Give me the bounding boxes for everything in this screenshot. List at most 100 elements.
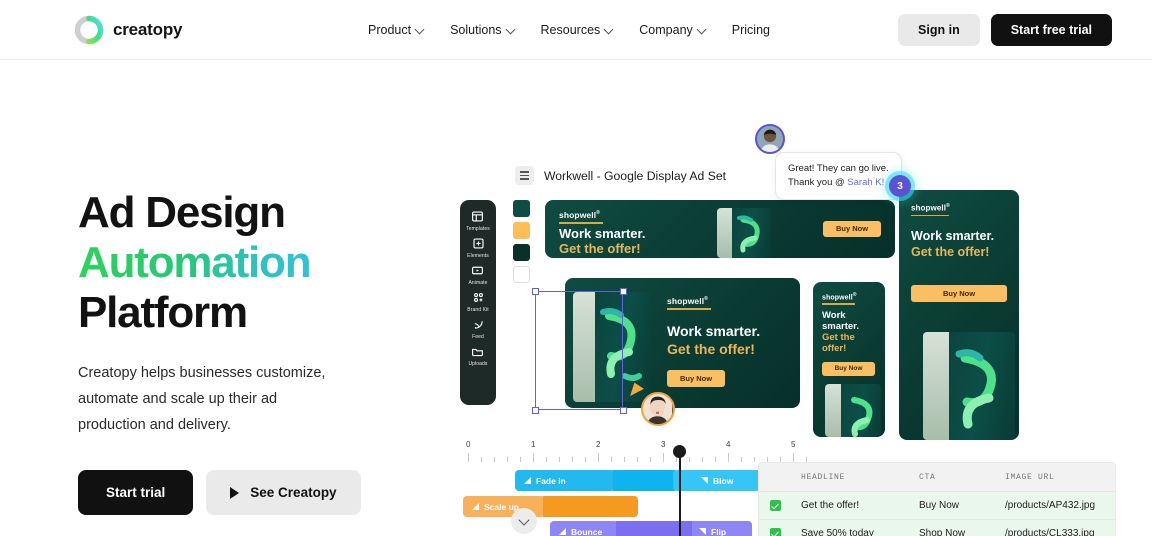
sidebar-label: Uploads (468, 361, 488, 367)
timeline-track-bounce-body[interactable] (616, 521, 694, 536)
color-swatch[interactable] (513, 200, 530, 217)
hero-title-line-3: Platform (78, 288, 248, 337)
page-title: Ad Design Automation Platform (78, 188, 428, 338)
start-free-trial-button[interactable]: Start free trial (990, 13, 1112, 46)
ad-headline: Work smarter. (911, 229, 995, 243)
ad-card-half-page-small[interactable]: shopwell® Work smarter. Get the offer! B… (813, 282, 885, 437)
color-swatch[interactable] (513, 266, 530, 283)
comment-line-2: Thank you @ Sarah K! (788, 176, 889, 190)
sign-in-button[interactable]: Sign in (898, 13, 980, 46)
selection-handle[interactable] (532, 407, 539, 414)
ad-cta-button[interactable]: Buy Now (823, 221, 881, 237)
ad-card-skyscraper[interactable]: shopwell® Work smarter. Get the offer! B… (899, 190, 1019, 440)
row-checkbox[interactable] (759, 528, 791, 536)
comment-mention[interactable]: Sarah K! (847, 177, 884, 188)
chevron-down-icon (507, 25, 516, 34)
sidebar-item-elements[interactable]: Elements (467, 235, 489, 259)
commenter-avatar[interactable] (755, 124, 785, 154)
nav-item-resources[interactable]: Resources (541, 23, 615, 37)
table-row[interactable]: Get the offer! Buy Now /products/AP432.j… (759, 491, 1115, 519)
track-label: Scale up (484, 501, 519, 512)
timeline-track-fade-in[interactable]: Fade in (515, 470, 615, 491)
check-icon (769, 528, 781, 536)
nav-label: Pricing (731, 22, 770, 37)
templates-icon (470, 208, 486, 224)
ruler-label: 3 (661, 440, 666, 449)
hero-title-line-1: Ad Design (78, 188, 286, 237)
timeline-track-middle-blue[interactable] (613, 470, 675, 491)
comment-bubble[interactable]: Great! They can go live. Thank you @ Sar… (775, 152, 902, 200)
ruler-label: 1 (531, 440, 536, 449)
brand-logo[interactable]: creatopy (74, 15, 182, 45)
hero-cta-group: Start trial See Creatopy (78, 470, 428, 515)
comment-count-badge[interactable]: 3 (889, 175, 911, 197)
nav-item-product[interactable]: Product (368, 23, 425, 37)
ad-card-leaderboard[interactable]: shopwell® Work smarter. Get the offer! B… (545, 200, 895, 258)
see-creatopy-button[interactable]: See Creatopy (206, 470, 361, 515)
timeline-playhead[interactable] (679, 448, 681, 536)
nav-label: Company (639, 22, 693, 37)
sidebar-item-uploads[interactable]: Uploads (468, 343, 487, 367)
ad-cta-button[interactable]: Buy Now (911, 285, 1007, 302)
sidebar-item-brand-kit[interactable]: Brand Kit (467, 289, 489, 313)
nav-item-company[interactable]: Company (639, 23, 707, 37)
cell-cta: Shop Now (919, 528, 966, 536)
product-image (923, 332, 1015, 440)
ruler-label: 2 (596, 440, 601, 449)
landing-page: creatopy Product Solutions Resources Com… (0, 0, 1152, 536)
sidebar-item-feed[interactable]: Feed (470, 316, 486, 340)
sidebar-item-animate[interactable]: Animate (468, 262, 487, 286)
sidebar-label: Animate (468, 280, 488, 286)
ad-brand: shopwell® (559, 210, 600, 220)
selection-handle[interactable] (620, 288, 627, 295)
folder-upload-icon (470, 343, 486, 359)
sidebar-label: Templates (466, 226, 490, 232)
header-actions: Sign in Start free trial (898, 13, 1112, 46)
play-icon (230, 486, 240, 499)
ad-subline: Get the offer! (667, 341, 755, 357)
selection-handle[interactable] (532, 288, 539, 295)
timeline-track-scale-up-body[interactable] (543, 496, 638, 517)
ease-in-icon (524, 477, 531, 484)
hero-section: Ad Design Automation Platform Creatopy h… (78, 188, 428, 515)
document-title-bar: Workwell - Google Display Ad Set (515, 166, 726, 185)
product-image (825, 384, 881, 437)
ad-brand-underline (911, 214, 949, 217)
ad-brand: shopwell® (667, 296, 708, 306)
chevron-down-icon (416, 25, 425, 34)
timeline-collapse-button[interactable] (511, 508, 537, 534)
ad-cta-button[interactable]: Buy Now (667, 370, 725, 387)
editor-mockup: Workwell - Google Display Ad Set Templat… (455, 100, 1152, 536)
comment-line-1: Great! They can go live. (788, 163, 889, 174)
timeline-track-flip[interactable]: Flip (692, 521, 752, 536)
collaborator-avatar[interactable] (641, 392, 675, 426)
color-swatch[interactable] (513, 244, 530, 261)
ease-out-icon (699, 528, 706, 535)
selection-frame[interactable] (535, 291, 623, 410)
track-label: Blow (713, 475, 734, 486)
sidebar-label: Brand Kit (467, 307, 489, 313)
sidebar-label: Elements (467, 253, 489, 259)
timeline-ruler[interactable]: 0 1 2 3 4 5 (463, 440, 808, 462)
ad-brand: shopwell® (911, 203, 950, 213)
nav-item-solutions[interactable]: Solutions (450, 23, 515, 37)
nav-item-pricing[interactable]: Pricing (732, 23, 770, 37)
feed-data-table[interactable]: HEADLINE CTA IMAGE URL Get the offer! Bu… (758, 462, 1116, 536)
table-row[interactable]: Save 50% today Shop Now /products/CL333.… (759, 519, 1115, 536)
brand-kit-icon (470, 289, 486, 305)
row-checkbox[interactable] (759, 500, 791, 511)
cell-image-url: /products/AP432.jpg (1005, 500, 1096, 511)
site-header: creatopy Product Solutions Resources Com… (0, 0, 1152, 60)
timeline-track-bounce[interactable]: Bounce (550, 521, 618, 536)
selection-handle[interactable] (620, 407, 627, 414)
timeline-playhead-handle[interactable] (673, 445, 686, 458)
sidebar-item-templates[interactable]: Templates (466, 208, 490, 232)
start-trial-button[interactable]: Start trial (78, 470, 194, 515)
ad-subline: Get the offer! (911, 245, 990, 259)
nav-label: Solutions (450, 22, 502, 37)
creatopy-ring-logo-icon (74, 15, 104, 45)
color-swatch[interactable] (513, 222, 530, 239)
plus-square-icon (470, 235, 486, 251)
hamburger-icon[interactable] (515, 166, 534, 185)
ad-cta-button[interactable]: Buy Now (822, 362, 875, 376)
